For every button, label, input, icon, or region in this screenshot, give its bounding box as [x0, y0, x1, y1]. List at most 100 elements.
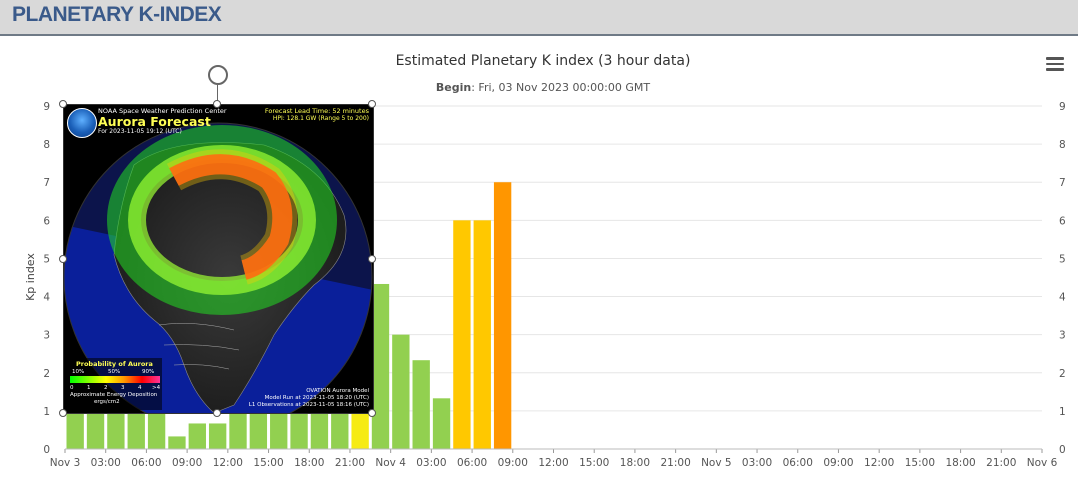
x-tick-label: 18:00 — [620, 457, 650, 469]
resize-handle-top-right[interactable] — [368, 100, 376, 108]
bar — [249, 410, 268, 449]
bar — [147, 410, 166, 449]
x-tick-label: 12:00 — [538, 457, 568, 469]
x-axis-ticks: Nov 3 03:00 06:00 09:00 12:00 15:00 18:00 21:00… — [50, 448, 1058, 469]
resize-handle-bottom-middle[interactable] — [213, 409, 221, 417]
x-tick-label: 03:00 — [742, 457, 772, 469]
legend-unit: Approximate Energy Deposition ergs/cm2 — [70, 392, 157, 406]
legend-pct-10: 10% — [72, 369, 85, 375]
chart-subtitle: Begin: Fri, 03 Nov 2023 00:00:00 GMT — [436, 81, 650, 94]
noaa-logo-icon — [67, 108, 97, 138]
y-tick-label: 8 — [43, 139, 50, 151]
hamburger-menu-icon[interactable] — [1046, 57, 1064, 71]
x-tick-label: Nov 5 — [701, 457, 732, 469]
x-tick-label: 09:00 — [498, 457, 528, 469]
x-tick-label: 18:00 — [294, 457, 324, 469]
y-tick-label: 6 — [43, 215, 50, 227]
x-tick-label: 15:00 — [253, 457, 283, 469]
y-tick-label: 4 — [43, 292, 50, 304]
bar — [107, 410, 125, 449]
legend-num: >4 — [152, 385, 161, 391]
y-axis-label: Kp index — [24, 253, 37, 301]
menu-line — [1046, 62, 1064, 66]
resize-handle-middle-right[interactable] — [368, 255, 376, 263]
legend-unit-line2: ergs/cm2 — [94, 399, 120, 405]
y-tick-label-right: 6 — [1059, 215, 1066, 227]
model-line2: Model Run at 2023-11-05 18:20 (UTC) — [264, 395, 369, 401]
y-tick-label: 2 — [43, 368, 50, 380]
bar — [473, 220, 491, 449]
x-tick-label: 12:00 — [864, 457, 894, 469]
legend-unit-line1: Approximate Energy Deposition — [70, 392, 158, 398]
menu-line — [1046, 57, 1064, 60]
y-tick-label: 5 — [43, 253, 50, 265]
aurora-forecast-image[interactable]: NOAA Space Weather Prediction Center Aur… — [63, 104, 374, 414]
x-tick-label: 21:00 — [335, 457, 365, 469]
legend-num: 3 — [121, 385, 125, 391]
x-tick-label: 06:00 — [783, 457, 813, 469]
bar — [188, 423, 206, 449]
x-tick-label: Nov 4 — [375, 457, 406, 469]
overlay-hpi: HPI: 128.1 GW (Range 5 to 200) — [272, 115, 369, 122]
chart-subtitle-value: : Fri, 03 Nov 2023 00:00:00 GMT — [471, 81, 650, 94]
legend-pct-50: 50% — [108, 369, 121, 375]
menu-line — [1046, 68, 1064, 71]
model-line1: OVATION Aurora Model — [306, 388, 369, 394]
x-tick-label: Nov 3 — [50, 457, 81, 469]
x-tick-label: 15:00 — [579, 457, 609, 469]
overlay-model-info: OVATION Aurora Model Model Run at 2023-1… — [249, 388, 369, 409]
y-tick-label: 7 — [43, 177, 50, 189]
bar — [392, 334, 410, 449]
overlay-legend: Probability of Aurora 10% 50% 90% 0 1 2 … — [66, 358, 162, 410]
resize-handle-top-left[interactable] — [59, 100, 67, 108]
chart-title: Estimated Planetary K index (3 hour data… — [396, 53, 691, 69]
rotate-handle-icon[interactable] — [208, 65, 228, 85]
y-tick-label-right: 7 — [1059, 177, 1066, 189]
y-tick-label: 0 — [43, 444, 50, 456]
x-tick-label: Nov 6 — [1027, 457, 1058, 469]
x-tick-label: 09:00 — [172, 457, 202, 469]
resize-handle-bottom-right[interactable] — [368, 409, 376, 417]
y-tick-label-right: 0 — [1059, 444, 1066, 456]
bar — [66, 410, 84, 449]
legend-title: Probability of Aurora — [76, 360, 153, 368]
x-tick-label: 06:00 — [457, 457, 487, 469]
bar — [290, 410, 308, 449]
bar — [168, 436, 186, 449]
x-tick-label: 06:00 — [131, 457, 161, 469]
overlay-lead-time: Forecast Lead Time: 52 minutes — [264, 107, 369, 115]
bar — [493, 182, 512, 449]
bar — [86, 410, 105, 449]
y-tick-label-right: 8 — [1059, 139, 1066, 151]
y-axis-right-ticks: 0 1 2 3 4 5 6 7 8 9 — [1059, 101, 1066, 456]
bar — [229, 410, 247, 449]
y-tick-label-right: 9 — [1059, 101, 1066, 113]
bar — [453, 220, 471, 449]
model-line3: L1 Observations at 2023-11-05 18:16 (UTC… — [248, 402, 369, 408]
overlay-title: Aurora Forecast — [98, 114, 211, 129]
x-tick-label: 21:00 — [986, 457, 1016, 469]
y-tick-label: 1 — [43, 406, 50, 418]
y-tick-label-right: 2 — [1059, 368, 1066, 380]
resize-handle-bottom-left[interactable] — [59, 409, 67, 417]
legend-color-bar — [70, 376, 160, 383]
overlay-for-time: For 2023-11-05 19:12 (UTC) — [98, 128, 182, 135]
chart-subtitle-label: Begin — [436, 81, 471, 94]
legend-num: 0 — [70, 385, 74, 391]
resize-handle-top-middle[interactable] — [213, 100, 221, 108]
x-tick-label: 18:00 — [945, 457, 975, 469]
y-tick-label-right: 4 — [1059, 292, 1066, 304]
bar — [127, 410, 145, 449]
bar — [371, 283, 390, 449]
y-tick-label-right: 1 — [1059, 406, 1066, 418]
y-tick-label-right: 5 — [1059, 253, 1066, 265]
x-tick-label: 12:00 — [213, 457, 243, 469]
legend-num: 2 — [104, 385, 108, 391]
resize-handle-middle-left[interactable] — [59, 255, 67, 263]
bar — [432, 398, 451, 449]
bar — [208, 423, 227, 449]
x-tick-label: 03:00 — [91, 457, 121, 469]
bar — [412, 360, 430, 449]
legend-pct-90: 90% — [142, 369, 155, 375]
y-tick-label: 3 — [43, 330, 50, 342]
